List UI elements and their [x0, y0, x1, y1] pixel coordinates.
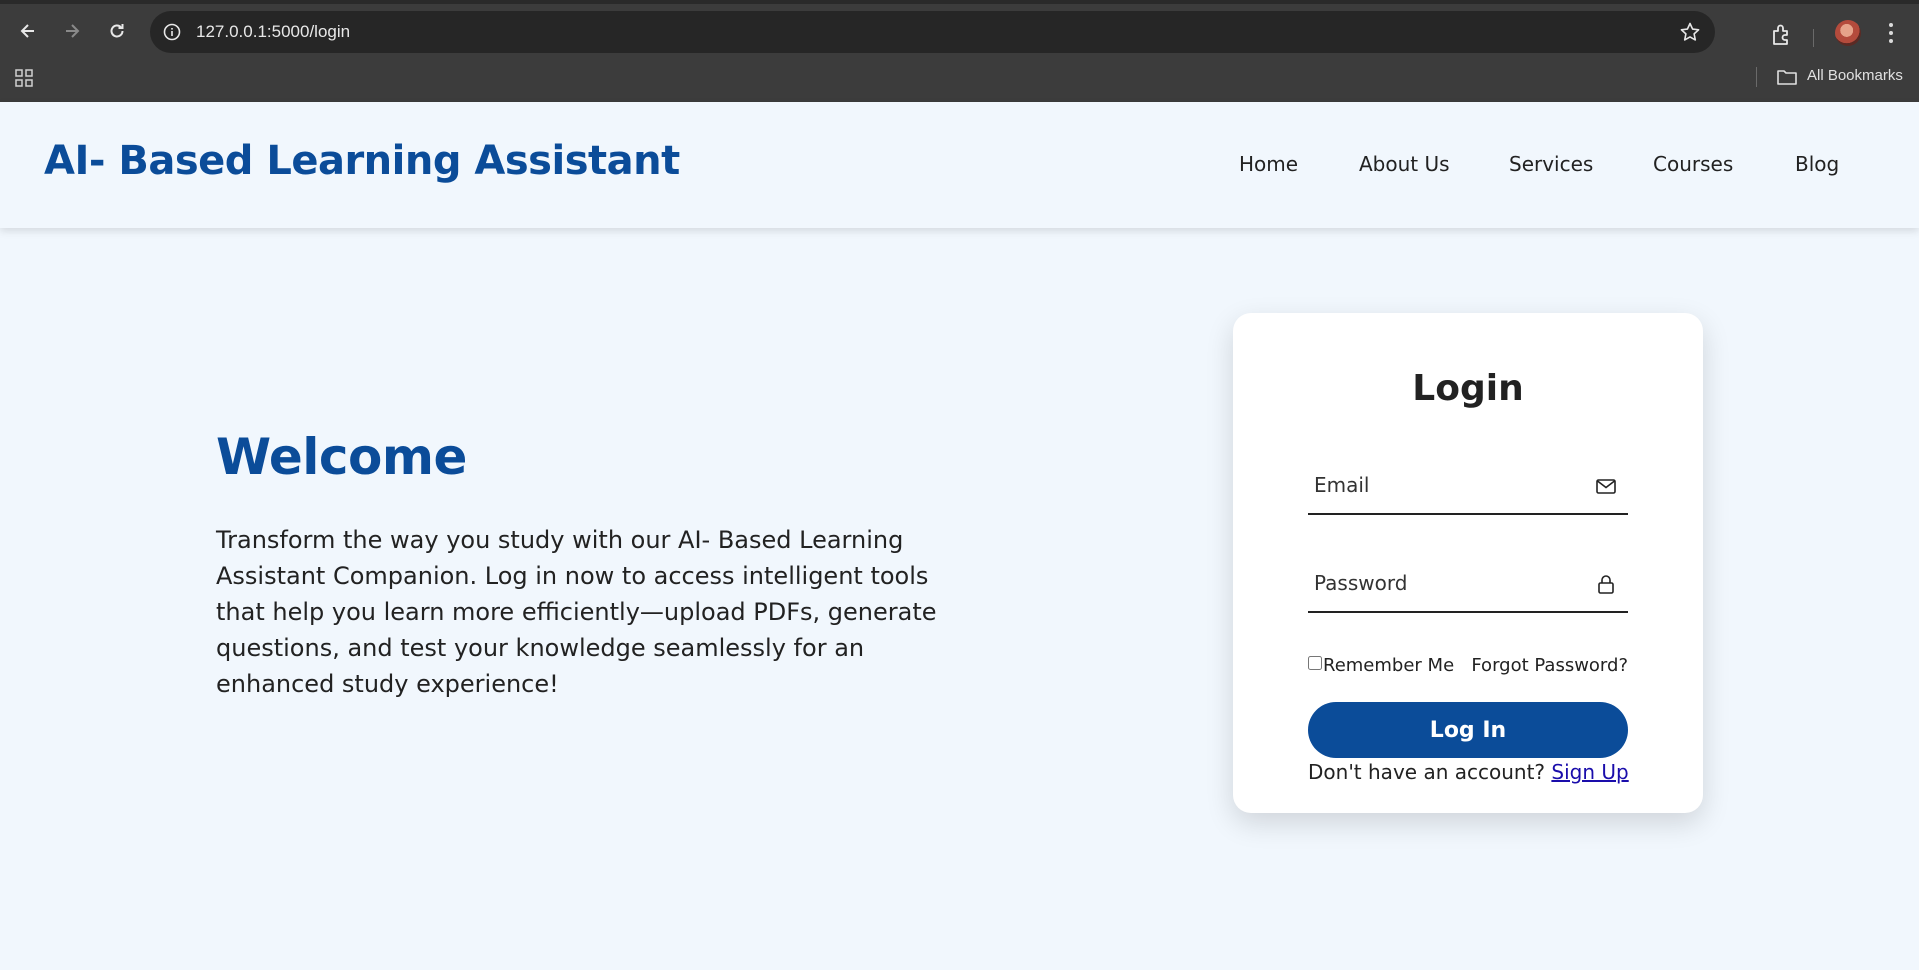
signup-prompt-text: Don't have an account? [1308, 760, 1546, 784]
email-field [1308, 457, 1628, 515]
nav-about-us[interactable]: About Us [1359, 152, 1450, 176]
bookmarks-bar: All Bookmarks [0, 60, 1919, 94]
email-input[interactable] [1308, 457, 1588, 513]
tab-strip [0, 0, 1919, 4]
login-options: Remember Me Forgot Password? [1308, 653, 1628, 679]
welcome-text: Transform the way you study with our AI-… [216, 526, 937, 698]
nav-home[interactable]: Home [1239, 152, 1298, 176]
signup-prompt: Don't have an account? Sign Up [1308, 760, 1638, 784]
signup-link[interactable]: Sign Up [1551, 760, 1628, 784]
login-button[interactable]: Log In [1308, 702, 1628, 758]
apps-grid-icon[interactable] [14, 68, 34, 88]
back-icon [20, 24, 34, 38]
browser-chrome: 127.0.0.1:5000/login All Bookmarks [0, 0, 1919, 102]
nav-courses[interactable]: Courses [1653, 152, 1733, 176]
password-input[interactable] [1308, 555, 1588, 611]
info-icon[interactable] [162, 22, 182, 42]
login-title: Login [1412, 368, 1524, 409]
mail-icon [1596, 479, 1616, 494]
forward-icon [66, 24, 80, 38]
bookmarks-divider [1756, 67, 1757, 87]
site-brand[interactable]: AI- Based Learning Assistant [44, 138, 680, 184]
remember-me-checkbox[interactable] [1308, 656, 1322, 670]
reload-icon [110, 24, 124, 38]
folder-icon[interactable] [1776, 68, 1798, 86]
lock-icon [1598, 575, 1614, 594]
bookmark-star-icon[interactable] [1679, 21, 1701, 43]
profile-avatar[interactable] [1835, 20, 1861, 46]
back-button[interactable] [12, 15, 44, 47]
url-text[interactable]: 127.0.0.1:5000/login [196, 22, 350, 42]
toolbar-divider [1813, 29, 1814, 47]
remember-me-label[interactable]: Remember Me [1323, 655, 1454, 676]
more-menu-icon[interactable] [1888, 23, 1894, 45]
all-bookmarks-label[interactable]: All Bookmarks [1807, 67, 1903, 84]
login-card: Login Remember Me Forgot Password? Log I… [1233, 313, 1703, 813]
nav-services[interactable]: Services [1509, 152, 1593, 176]
reload-button[interactable] [101, 15, 133, 47]
welcome-heading: Welcome [216, 428, 467, 486]
extensions-icon[interactable] [1768, 22, 1794, 48]
forgot-password-link[interactable]: Forgot Password? [1471, 655, 1628, 676]
nav-blog[interactable]: Blog [1795, 152, 1839, 176]
site-header: AI- Based Learning Assistant Home About … [0, 102, 1919, 228]
forward-button[interactable] [56, 15, 88, 47]
browser-toolbar: 127.0.0.1:5000/login [0, 8, 1919, 54]
address-bar[interactable]: 127.0.0.1:5000/login [150, 11, 1715, 53]
password-field [1308, 555, 1628, 613]
